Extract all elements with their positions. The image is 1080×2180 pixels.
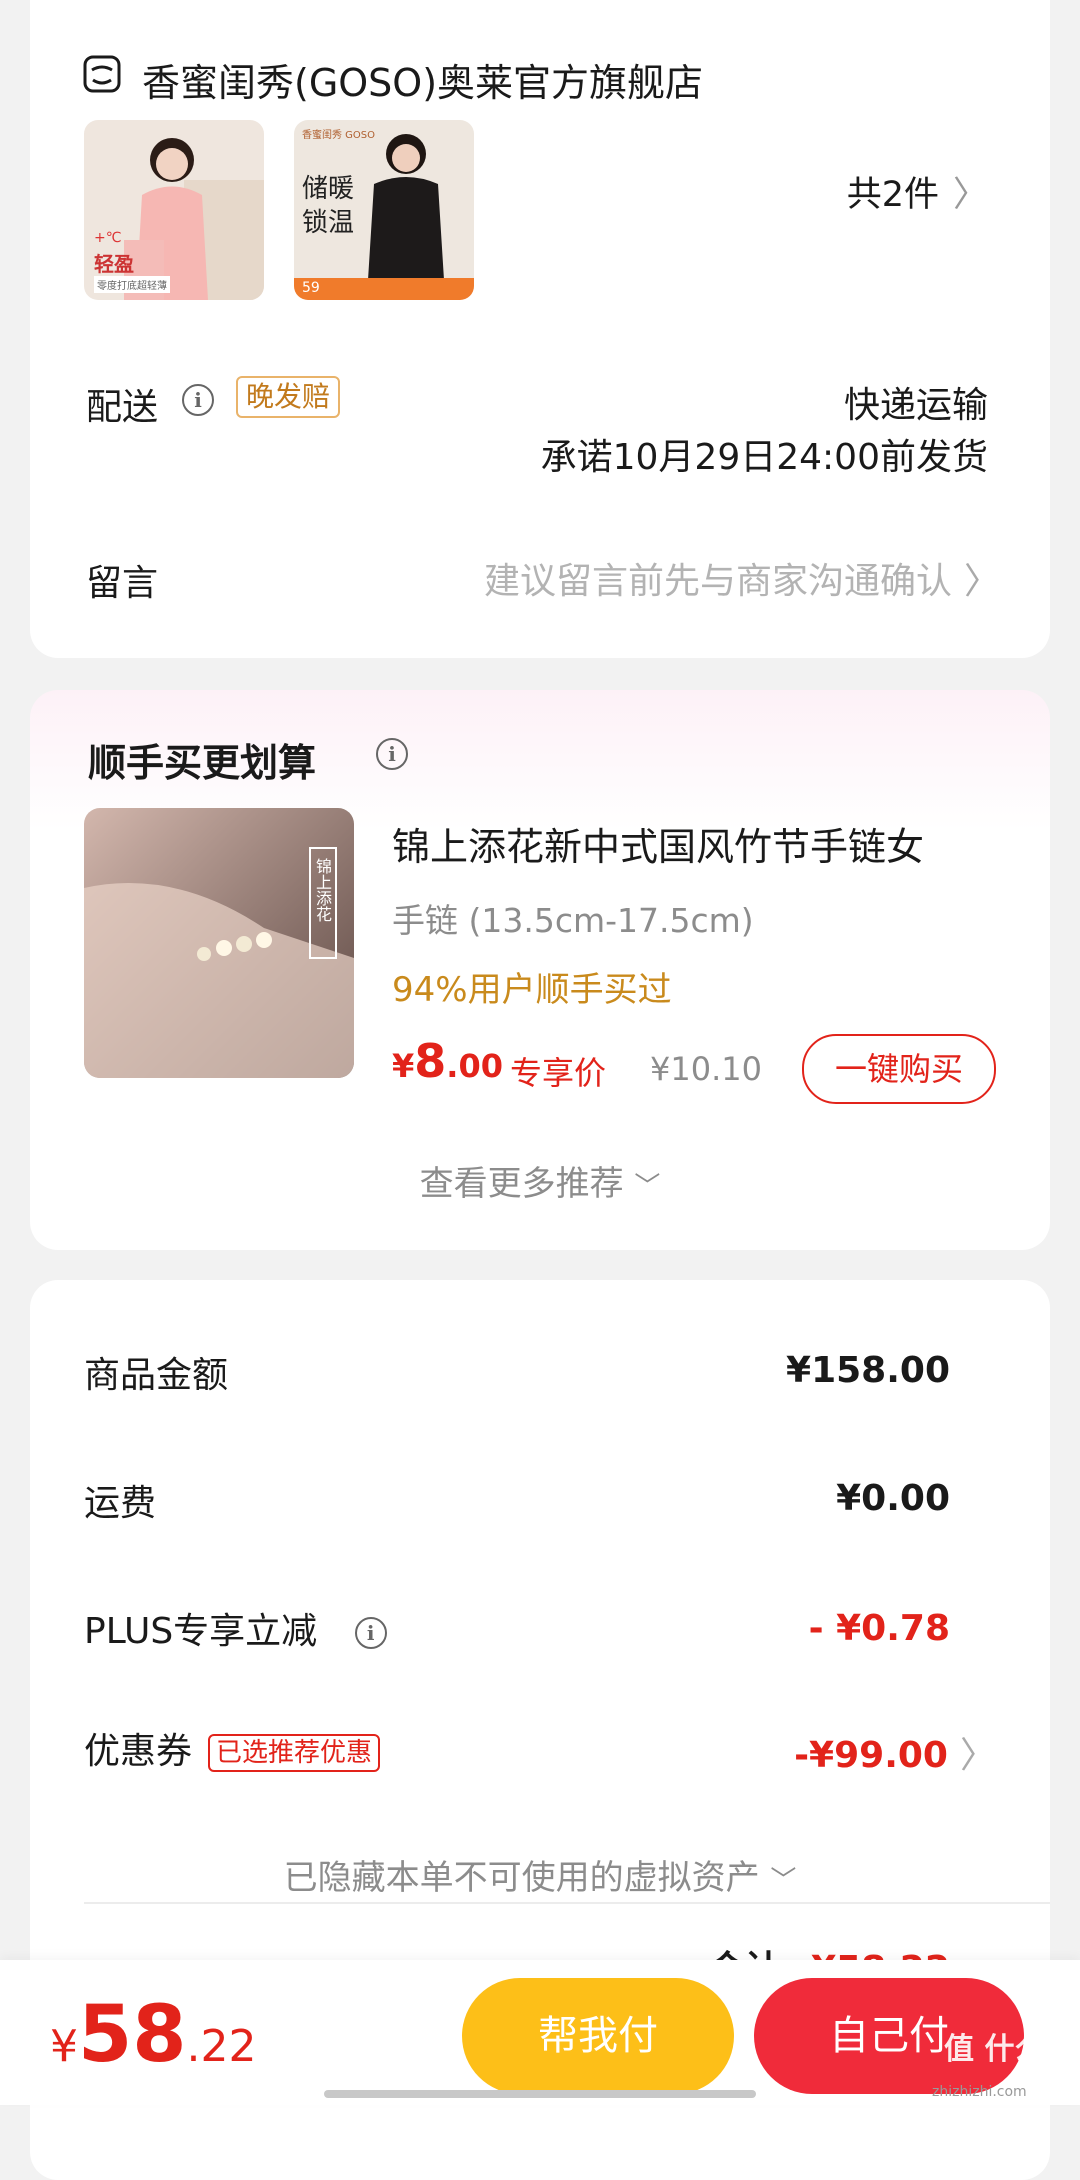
item-count-label: 共2件 <box>846 175 939 215</box>
shipping-value: ¥0.00 <box>836 1478 950 1519</box>
plus-discount-value: - ¥0.78 <box>808 1608 950 1649</box>
addon-product-name[interactable]: 锦上添花新中式国风竹节手链女 <box>392 816 924 871</box>
pay-amount-int: 58 <box>78 1990 187 2080</box>
goods-amount-label: 商品金额 <box>84 1355 229 1396</box>
payment-bar: ¥58.22 帮我付 自己付 值 什么值得买 zhizhizhi.com <box>0 1960 1080 2105</box>
delivery-label: 配送 <box>86 387 159 428</box>
thumb-2-line-2: 锁温 <box>302 208 355 238</box>
chevron-down-icon: ﹀ <box>770 1866 797 1896</box>
info-icon[interactable]: i <box>182 384 214 416</box>
watermark: 值 什么值得买 <box>944 2024 1054 2076</box>
thumb-1-text: +℃ <box>94 230 122 246</box>
coupon-row[interactable]: 优惠券 已选推荐优惠 -¥99.00 〉 <box>84 1722 996 1776</box>
view-more-label: 查看更多推荐 <box>419 1164 624 1204</box>
thumb-1-small: 零度打底超轻薄 <box>94 276 170 293</box>
addon-card: 顺手买更划算 i 锦上添花 锦上添花新中式国风竹节手链女 手链 (13.5cm-… <box>30 690 1050 1250</box>
pay-amount-symbol: ¥ <box>50 2021 78 2072</box>
chevron-right-icon: 〉 <box>963 561 1000 602</box>
thumb-1-title: 轻盈 <box>94 252 134 276</box>
product-thumb-1[interactable]: +℃ 轻盈 零度打底超轻薄 <box>84 120 264 300</box>
info-icon[interactable]: i <box>354 1617 387 1649</box>
message-placeholder: 建议留言前先与商家沟通确认 <box>483 561 952 602</box>
shipping-row: 运费 ¥0.00 <box>84 1474 950 1526</box>
store-icon <box>83 55 121 93</box>
coupon-value-wrap: -¥99.00 〉 <box>794 1726 996 1778</box>
addon-price-label: 专享价 <box>510 1054 607 1092</box>
watermark-text: 值 什么值得买 <box>944 2032 1054 2067</box>
shipping-label: 运费 <box>84 1483 157 1524</box>
addon-title: 顺手买更划算 <box>88 741 317 785</box>
late-compensation-badge: 晚发赔 <box>236 376 341 418</box>
hidden-assets-note: 已隐藏本单不可使用的虚拟资产 <box>283 1858 760 1898</box>
store-card: 香蜜闺秀(GOSO)奥莱官方旗舰店 +℃ 轻盈 零度打底超轻薄 香蜜闺秀 GOS… <box>30 0 1050 658</box>
addon-original-price: ¥10.10 <box>650 1050 762 1088</box>
coupon-value: -¥99.00 <box>794 1735 948 1776</box>
addon-product-image[interactable]: 锦上添花 <box>84 808 354 1078</box>
addon-price-int: 8 <box>414 1034 447 1088</box>
chevron-right-icon: 〉 <box>959 1735 996 1776</box>
delivery-method: 快递运输 <box>843 385 988 426</box>
goods-amount-row: 商品金额 ¥158.00 <box>84 1346 950 1398</box>
pay-amount: ¥58.22 <box>50 1990 257 2080</box>
thumb-2-brand: 香蜜闺秀 GOSO <box>302 130 376 141</box>
addon-price-symbol: ¥ <box>392 1047 415 1085</box>
view-more-recommendations[interactable]: 查看更多推荐 ﹀ <box>30 1156 1050 1205</box>
addon-spec[interactable]: 手链 (13.5cm-17.5cm) <box>392 894 754 942</box>
watermark-url: zhizhizhi.com <box>932 2084 1027 2100</box>
addon-image-text: 锦上添花 <box>313 858 332 922</box>
goods-amount-value: ¥158.00 <box>786 1350 950 1391</box>
chevron-right-icon: 〉 <box>952 175 988 215</box>
hidden-assets-toggle[interactable]: 已隐藏本单不可使用的虚拟资产 ﹀ <box>30 1850 1050 1899</box>
chevron-down-icon: ﹀ <box>634 1172 661 1202</box>
coupon-selected-tag: 已选推荐优惠 <box>208 1734 381 1772</box>
store-name[interactable]: 香蜜闺秀(GOSO)奥莱官方旗舰店 <box>142 52 703 107</box>
product-thumb-2[interactable]: 香蜜闺秀 GOSO 储暖 锁温 59 <box>294 120 474 300</box>
delivery-promise: 承诺10月29日24:00前发货 <box>540 437 988 478</box>
info-icon[interactable]: i <box>376 738 408 770</box>
addon-price: ¥8.00 <box>392 1034 503 1088</box>
help-me-pay-button[interactable]: 帮我付 <box>462 1978 734 2094</box>
message-input[interactable]: 建议留言前先与商家沟通确认〉 <box>484 552 1000 604</box>
home-indicator[interactable] <box>324 2090 756 2098</box>
addon-price-dec: .00 <box>446 1047 503 1085</box>
addon-social-proof: 94%用户顺手买过 <box>392 970 672 1010</box>
message-label: 留言 <box>86 563 159 604</box>
plus-discount-row: PLUS专享立减 i - ¥0.78 <box>84 1602 950 1654</box>
pay-amount-dec: .22 <box>186 2021 257 2072</box>
one-click-buy-button[interactable]: 一键购买 <box>802 1034 996 1104</box>
item-count[interactable]: 共2件〉 <box>847 166 988 217</box>
plus-discount-label: PLUS专享立减 <box>84 1611 318 1652</box>
thumb-2-price: 59 <box>302 280 320 296</box>
thumb-2-line-1: 储暖 <box>302 174 355 204</box>
divider <box>84 1902 1050 1904</box>
coupon-label: 优惠券 <box>84 1731 193 1772</box>
